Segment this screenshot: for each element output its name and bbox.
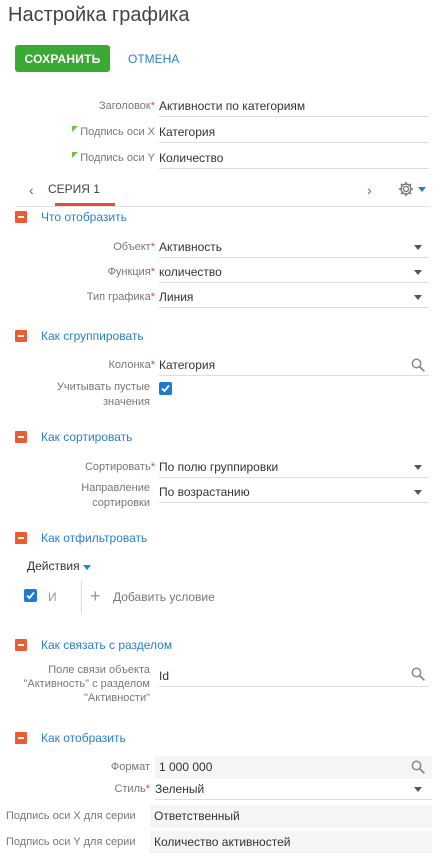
format-input[interactable]: 1 000 000 (155, 756, 432, 778)
section-link-title[interactable]: Как связать с разделом (41, 638, 172, 652)
object-select[interactable]: Активность (159, 236, 429, 258)
dropdown-arrow-icon[interactable] (414, 270, 422, 275)
collapse-icon[interactable] (15, 532, 27, 544)
style-row: Стиль* Зеленый (0, 780, 447, 800)
section-group-title[interactable]: Как сгруппировать (41, 329, 144, 343)
add-condition-button[interactable]: Добавить условие (113, 590, 215, 604)
magnifier-icon[interactable] (411, 358, 425, 372)
x-series-label: Подпись оси X для серии (6, 810, 136, 822)
tab-series-1[interactable]: СЕРИЯ 1 (48, 182, 100, 196)
series-tabbar: ‹ СЕРИЯ 1 › (15, 177, 430, 207)
object-row: Объект* Активность (0, 238, 447, 258)
sort-select[interactable]: По полю группировки (159, 456, 429, 478)
function-label: Функция* (107, 266, 155, 278)
title-row: Заголовок* Активности по категориям (0, 97, 447, 117)
y-series-input[interactable]: Количество активностей (150, 831, 432, 853)
function-select[interactable]: количество (159, 261, 429, 283)
style-select[interactable]: Зеленый (155, 778, 432, 800)
magnifier-icon[interactable] (411, 760, 425, 774)
dropdown-arrow-icon[interactable] (414, 490, 422, 495)
x-axis-label: Подпись оси X (72, 126, 155, 139)
checkmark-icon (26, 591, 35, 600)
title-label: Заголовок* (99, 100, 155, 112)
collapse-icon[interactable] (15, 431, 27, 443)
column-lookup[interactable]: Категория (159, 354, 429, 376)
filter-divider (81, 580, 82, 614)
section-what[interactable]: Что отобразить (15, 210, 315, 226)
dropdown-arrow-icon[interactable] (414, 787, 422, 792)
gear-dropdown-arrow-icon[interactable] (418, 187, 426, 192)
column-label: Колонка* (108, 359, 155, 371)
x-series-input[interactable]: Ответственный (150, 805, 432, 827)
section-what-title[interactable]: Что отобразить (41, 210, 127, 224)
magnifier-icon[interactable] (411, 667, 425, 681)
format-row: Формат 1 000 000 (0, 756, 447, 778)
collapse-icon[interactable] (15, 211, 27, 223)
gear-icon[interactable] (398, 181, 414, 197)
chart-type-row: Тип графика* Линия (0, 288, 447, 308)
chevron-left-icon[interactable]: ‹ (29, 182, 34, 198)
direction-select[interactable]: По возрастанию (159, 481, 429, 503)
actions-menu[interactable]: Действия (27, 559, 80, 573)
y-axis-label: Подпись оси Y (72, 152, 155, 165)
group-select-checkbox[interactable] (24, 589, 37, 602)
section-display[interactable]: Как отобразить (15, 731, 315, 747)
y-axis-input[interactable]: Количество (159, 147, 429, 169)
save-button[interactable]: СОХРАНИТЬ (15, 45, 110, 72)
page-title: Настройка графика (8, 4, 190, 26)
dropdown-arrow-icon[interactable] (414, 465, 422, 470)
link-field-lookup[interactable]: Id (159, 665, 429, 687)
empty-values-checkbox[interactable] (159, 382, 172, 395)
actions-dropdown-arrow-icon[interactable] (83, 565, 91, 570)
section-link[interactable]: Как связать с разделом (15, 638, 315, 654)
section-display-title[interactable]: Как отобразить (41, 731, 126, 745)
dropdown-arrow-icon[interactable] (414, 245, 422, 250)
x-axis-input[interactable]: Категория (159, 121, 429, 143)
collapse-icon[interactable] (15, 732, 27, 744)
y-series-row: Подпись оси Y для серии Количество актив… (0, 831, 447, 853)
section-sort-title[interactable]: Как сортировать (41, 430, 132, 444)
direction-label: Направление сортировки (81, 482, 150, 509)
style-label: Стиль* (114, 783, 150, 795)
hint-marker-icon (72, 126, 79, 132)
chart-type-label: Тип графика* (86, 291, 155, 303)
section-sort[interactable]: Как сортировать (15, 430, 315, 446)
section-group[interactable]: Как сгруппировать (15, 329, 315, 345)
y-axis-row: Подпись оси Y Количество (0, 149, 447, 169)
x-series-row: Подпись оси X для серии Ответственный (0, 805, 447, 827)
title-input[interactable]: Активности по категориям (159, 95, 429, 117)
x-axis-row: Подпись оси X Категория (0, 123, 447, 143)
collapse-icon[interactable] (15, 639, 27, 651)
hint-marker-icon (72, 152, 79, 158)
tab-active-indicator (55, 203, 115, 206)
function-row: Функция* количество (0, 263, 447, 283)
sort-row: Сортировать* По полю группировки (0, 458, 447, 478)
section-filter-title[interactable]: Как отфильтровать (41, 531, 147, 545)
section-filter[interactable]: Как отфильтровать (15, 531, 315, 547)
collapse-icon[interactable] (15, 330, 27, 342)
logical-operator-label[interactable]: И (48, 590, 57, 604)
cancel-button[interactable]: ОТМЕНА (128, 45, 179, 72)
checkmark-icon (161, 384, 170, 393)
object-label: Объект* (113, 241, 155, 253)
empty-values-label: Учитывать пустые значения (56, 381, 150, 408)
plus-icon[interactable]: + (90, 586, 101, 607)
column-row: Колонка* Категория (0, 356, 447, 376)
dropdown-arrow-icon[interactable] (414, 295, 422, 300)
chevron-right-icon[interactable]: › (367, 182, 372, 198)
format-label: Формат (110, 761, 150, 773)
link-field-label: Поле связи объекта "Активность" с раздел… (23, 664, 151, 704)
y-series-label: Подпись оси Y для серии (6, 836, 136, 848)
sort-label: Сортировать* (84, 461, 155, 473)
chart-type-select[interactable]: Линия (159, 286, 429, 308)
